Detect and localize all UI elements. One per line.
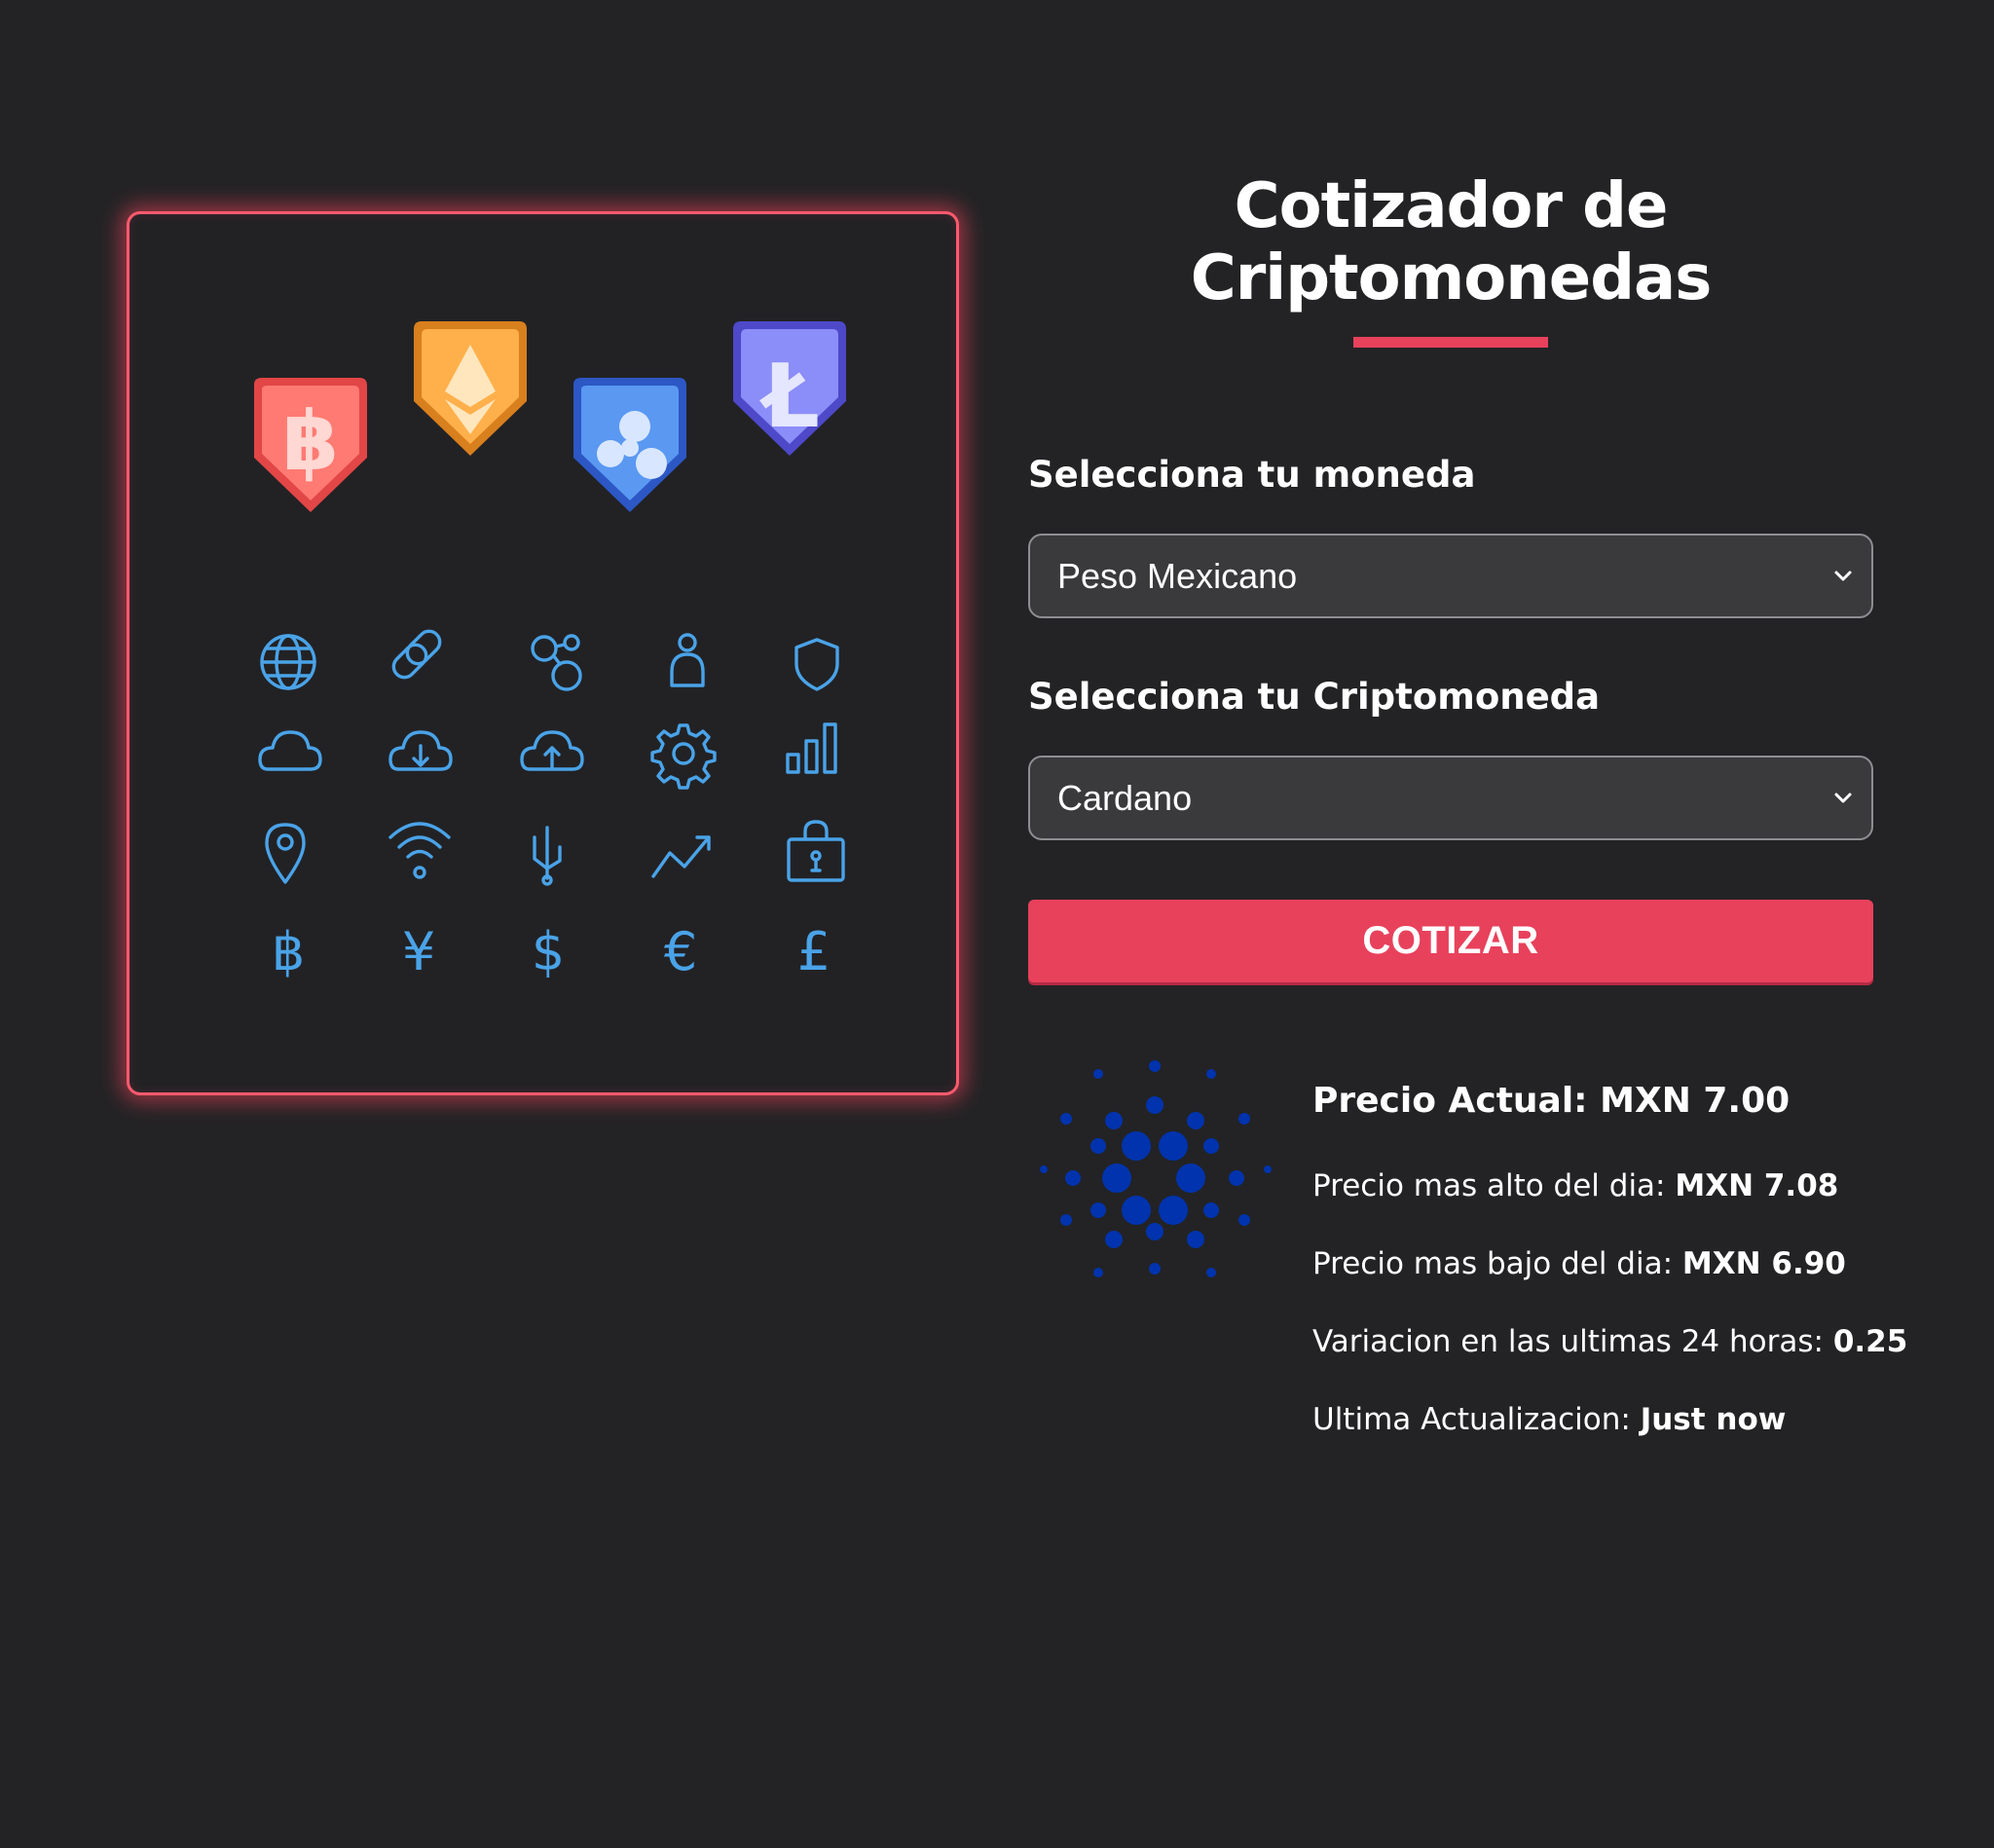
globe-icon: [260, 634, 316, 690]
dollar-icon: $: [532, 921, 565, 982]
shield-icon: [794, 638, 839, 691]
wifi-icon: [388, 822, 451, 879]
bitcoin-badge-icon: ฿: [254, 378, 367, 512]
chevron-down-icon: [1834, 793, 1852, 803]
cloud-icon: [258, 730, 322, 771]
change-24h-label: Variacion en las ultimas 24 horas:: [1312, 1324, 1824, 1359]
bitcoin-icon: ฿: [272, 921, 305, 982]
crypto-select-value: Cardano: [1057, 777, 1193, 818]
current-price-label: Precio Actual:: [1312, 1081, 1588, 1121]
svg-text:Ł: Ł: [758, 346, 820, 448]
ethereum-badge-icon: [414, 321, 527, 456]
trend-up-icon: [651, 835, 711, 878]
last-update-value: Just now: [1640, 1402, 1787, 1437]
litecoin-badge-icon: Ł: [733, 321, 846, 456]
current-price-value: MXN 7.00: [1600, 1081, 1791, 1121]
usb-icon: [533, 826, 562, 886]
low-price-label: Precio mas bajo del dia:: [1312, 1246, 1674, 1281]
cloud-download-icon: [388, 730, 453, 771]
currency-label: Selecciona tu moneda: [1028, 454, 1476, 496]
euro-icon: €: [664, 921, 697, 982]
crypto-select[interactable]: Cardano: [1028, 756, 1873, 840]
chevron-down-icon: [1834, 571, 1852, 581]
page-title: Cotizador de Criptomonedas: [1061, 170, 1840, 314]
crypto-label: Selecciona tu Criptomoneda: [1028, 676, 1601, 718]
pound-icon: £: [797, 921, 831, 982]
location-pin-icon: [265, 823, 306, 884]
bar-chart-icon: [786, 722, 837, 774]
title-line-1: Cotizador de: [1234, 170, 1669, 242]
high-price: Precio mas alto del dia: MXN 7.08: [1312, 1168, 1838, 1203]
currency-select-value: Peso Mexicano: [1057, 555, 1298, 596]
quote-button[interactable]: COTIZAR: [1028, 900, 1873, 982]
change-24h-value: 0.25: [1832, 1324, 1908, 1359]
low-price-value: MXN 6.90: [1681, 1246, 1846, 1281]
current-price: Precio Actual: MXN 7.00: [1312, 1081, 1790, 1121]
high-price-label: Precio mas alto del dia:: [1312, 1168, 1666, 1203]
change-24h: Variacion en las ultimas 24 horas: 0.25: [1312, 1324, 1907, 1359]
last-update-label: Ultima Actualizacion:: [1312, 1402, 1631, 1437]
title-line-2: Criptomonedas: [1190, 242, 1713, 314]
cloud-upload-icon: [520, 730, 584, 771]
page: ฿ Ł ฿ ¥ $ € £ Cotizador de Criptomonedas…: [0, 0, 1994, 1848]
svg-text:฿: ฿: [282, 393, 339, 489]
low-price: Precio mas bajo del dia: MXN 6.90: [1312, 1246, 1846, 1281]
gear-icon: [650, 723, 717, 790]
high-price-value: MXN 7.08: [1675, 1168, 1839, 1203]
user-icon: [670, 633, 705, 687]
padlock-icon: [787, 820, 845, 882]
crypto-illustration: ฿ Ł ฿ ¥ $ € £: [127, 211, 959, 1095]
cardano-logo-icon: [1040, 1060, 1272, 1277]
currency-select[interactable]: Peso Mexicano: [1028, 534, 1873, 618]
title-underline: [1353, 337, 1548, 348]
last-update: Ultima Actualizacion: Just now: [1312, 1402, 1786, 1437]
network-icon: [531, 634, 582, 691]
ripple-badge-icon: [573, 378, 686, 512]
link-icon: [391, 629, 442, 680]
yen-icon: ¥: [402, 921, 435, 982]
